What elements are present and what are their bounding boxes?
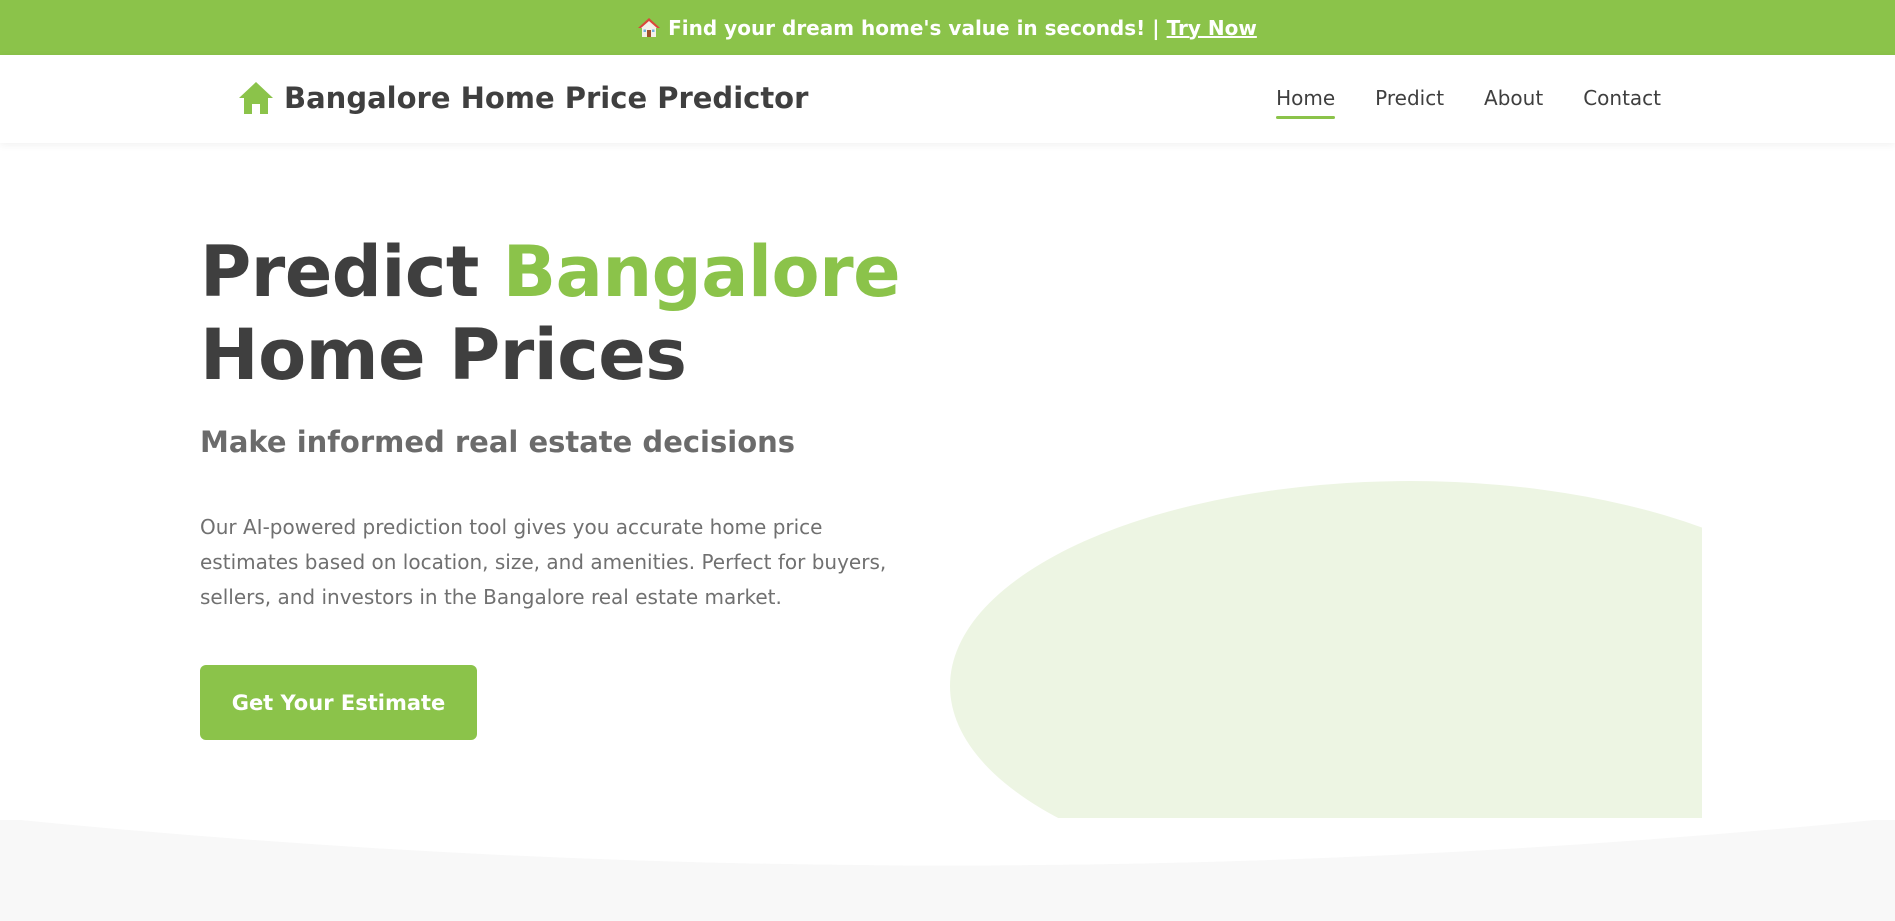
brand-title: Bangalore Home Price Predictor (284, 81, 809, 115)
wave-divider (0, 818, 1895, 866)
hero-headline: Predict Bangalore Home Prices (200, 231, 901, 397)
promo-banner: Find your dream home's value in seconds!… (0, 0, 1895, 55)
hero-decorative-blob (950, 481, 1702, 823)
house-icon (239, 82, 273, 114)
get-estimate-button[interactable]: Get Your Estimate (200, 665, 477, 740)
site-header: Bangalore Home Price Predictor Home Pred… (0, 55, 1895, 143)
main-nav: Home Predict About Contact (1276, 86, 1661, 119)
house-emoji-icon (638, 17, 661, 39)
headline-part1: Predict (200, 231, 479, 313)
hero-section: Predict Bangalore Home Prices Make infor… (0, 143, 1895, 921)
try-now-link[interactable]: Try Now (1167, 16, 1257, 40)
hero-description: Our AI-powered prediction tool gives you… (200, 515, 887, 609)
brand[interactable]: Bangalore Home Price Predictor (238, 81, 808, 115)
nav-item-about[interactable]: About (1484, 86, 1543, 119)
nav-item-contact[interactable]: Contact (1583, 86, 1661, 119)
nav-item-home[interactable]: Home (1276, 86, 1336, 119)
headline-part2: Home Prices (200, 314, 687, 396)
nav-item-predict[interactable]: Predict (1375, 86, 1444, 119)
promo-separator: | (1152, 15, 1160, 40)
promo-text: Find your dream home's value in seconds! (668, 15, 1146, 40)
hero-subheadline: Make informed real estate decisions (200, 425, 796, 459)
headline-accent: Bangalore (502, 231, 901, 313)
